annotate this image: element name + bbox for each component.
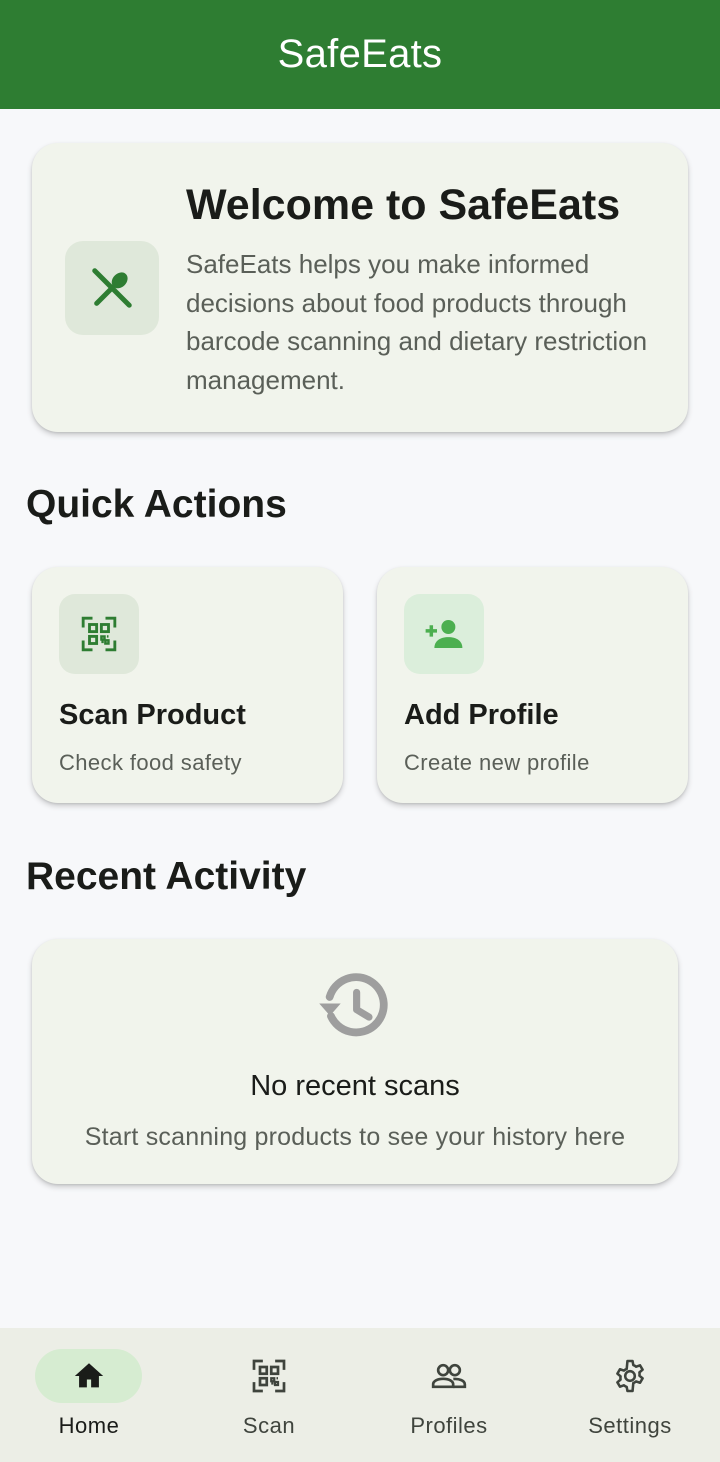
nav-item-home[interactable]: Home: [0, 1328, 180, 1462]
welcome-card: Welcome to SafeEats SafeEats helps you m…: [32, 143, 688, 432]
scan-product-card[interactable]: Scan Product Check food safety: [32, 567, 343, 803]
nav-scan-indicator: [215, 1349, 322, 1403]
nav-settings-indicator: [576, 1349, 683, 1403]
recent-activity-card: No recent scans Start scanning products …: [32, 939, 678, 1184]
restaurant-icon: [92, 268, 132, 308]
no-recent-scans-title: No recent scans: [250, 1070, 460, 1102]
home-icon: [74, 1363, 103, 1388]
add-profile-icon-container: [404, 594, 484, 674]
nav-item-profiles[interactable]: Profiles: [360, 1328, 540, 1462]
welcome-icon-container: [65, 241, 159, 335]
history-icon: [319, 973, 388, 1037]
qr-scanner-icon: [81, 616, 117, 652]
scan-product-icon-container: [59, 594, 139, 674]
nav-item-scan[interactable]: Scan: [180, 1328, 360, 1462]
add-profile-subtitle: Create new profile: [404, 750, 590, 775]
nav-label-scan: Scan: [242, 1413, 296, 1438]
welcome-description: SafeEats helps you make informed decisio…: [186, 249, 648, 395]
person-add-icon: [425, 620, 463, 648]
nav-label-home: Home: [58, 1413, 120, 1438]
scan-product-title: Scan Product: [59, 699, 246, 731]
add-profile-title: Add Profile: [404, 699, 559, 731]
people-icon: [431, 1363, 466, 1389]
app-title: SafeEats: [277, 32, 443, 76]
bottom-navigation: Home Scan Profiles Settings: [0, 1328, 720, 1462]
scan-product-subtitle: Check food safety: [59, 750, 242, 775]
nav-label-profiles: Profiles: [410, 1413, 488, 1438]
qr-scanner-icon: [252, 1359, 285, 1393]
nav-home-indicator: [35, 1349, 142, 1403]
app-bar: SafeEats: [0, 0, 720, 109]
add-profile-card[interactable]: Add Profile Create new profile: [377, 567, 688, 803]
recent-activity-heading: Recent Activity: [26, 855, 307, 898]
nav-profiles-indicator: [395, 1349, 502, 1403]
nav-label-settings: Settings: [588, 1413, 672, 1438]
welcome-title: Welcome to SafeEats: [186, 181, 621, 229]
no-recent-scans-subtitle: Start scanning products to see your hist…: [84, 1123, 626, 1151]
quick-actions-heading: Quick Actions: [26, 483, 287, 526]
nav-item-settings[interactable]: Settings: [541, 1328, 720, 1462]
gear-icon: [615, 1359, 644, 1393]
